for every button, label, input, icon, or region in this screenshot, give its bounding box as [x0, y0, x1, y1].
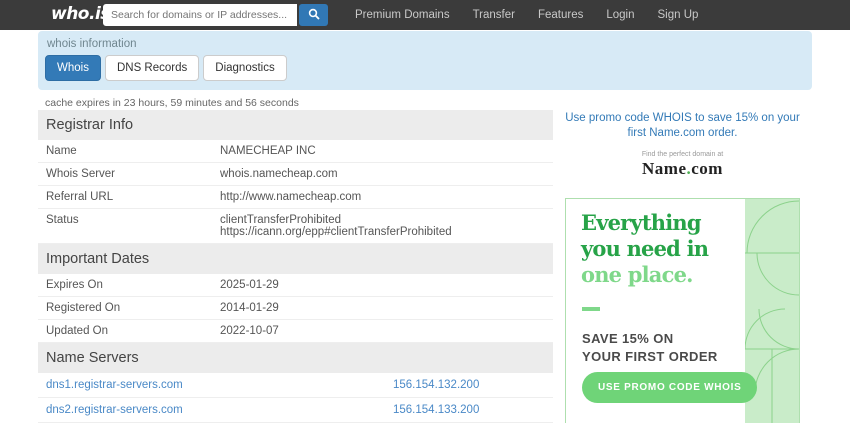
whois-result-table: Registrar Info Name NAMECHEAP INC Whois … [38, 110, 553, 423]
table-row: Updated On 2022-10-07 [38, 320, 553, 343]
table-row: Name NAMECHEAP INC [38, 140, 553, 163]
tab-diagnostics[interactable]: Diagnostics [203, 55, 286, 81]
ad-headline-line2: you need in [581, 236, 708, 262]
row-label: Registered On [46, 302, 220, 314]
row-label: Name [46, 145, 220, 157]
row-label: Expires On [46, 279, 220, 291]
section-header-registrar-info: Registrar Info [38, 110, 553, 140]
nameserver-link[interactable]: dns2.registrar-servers.com [46, 404, 393, 416]
tab-dns-records[interactable]: DNS Records [105, 55, 199, 81]
ad-offer-line2: YOUR FIRST ORDER [582, 348, 718, 366]
navbar-menu: Premium Domains Transfer Features Login … [355, 0, 698, 30]
use-promo-code-button[interactable]: USE PROMO CODE WHOIS [582, 372, 757, 403]
nav-item-features[interactable]: Features [538, 9, 583, 21]
namecom-logo[interactable]: Name.com [565, 159, 800, 179]
section-header-name-servers: Name Servers [38, 343, 553, 373]
tab-whois[interactable]: Whois [45, 55, 101, 81]
search-button[interactable] [299, 4, 328, 26]
table-row: Whois Server whois.namecheap.com [38, 163, 553, 186]
row-value: NAMECHEAP INC [220, 145, 545, 157]
promo-code-link[interactable]: Use promo code WHOIS to save 15% on your… [565, 111, 800, 141]
ad-offer-line1: SAVE 15% ON [582, 330, 718, 348]
row-value: 2025-01-29 [220, 279, 545, 291]
cache-expiry-notice: cache expires in 23 hours, 59 minutes an… [45, 97, 299, 109]
whois-logo[interactable]: who.is [51, 4, 110, 24]
row-value: clientTransferProhibited https://icann.o… [220, 214, 545, 238]
nameserver-ip-link[interactable]: 156.154.133.200 [393, 404, 479, 416]
ad-dash-divider [582, 307, 600, 311]
nameserver-link[interactable]: dns1.registrar-servers.com [46, 379, 393, 391]
ad-tagline: Find the perfect domain at [565, 151, 800, 158]
table-row: Status clientTransferProhibited https://… [38, 209, 553, 244]
nav-item-transfer[interactable]: Transfer [473, 9, 515, 21]
search-input[interactable] [103, 4, 297, 26]
top-navbar: who.is Premium Domains Transfer Features… [0, 0, 850, 30]
table-row: Expires On 2025-01-29 [38, 274, 553, 297]
record-tabs: Whois DNS Records Diagnostics [45, 55, 287, 81]
row-value: http://www.namecheap.com [220, 191, 545, 203]
panel-title: whois information [47, 38, 136, 50]
table-row: Registered On 2014-01-29 [38, 297, 553, 320]
table-row: Referral URL http://www.namecheap.com [38, 186, 553, 209]
row-value: 2014-01-29 [220, 302, 545, 314]
row-label: Status [46, 214, 220, 226]
nav-item-premium-domains[interactable]: Premium Domains [355, 9, 450, 21]
ad-headline-line1: Everything [581, 210, 708, 236]
search-icon [308, 8, 320, 23]
ad-offer-text: SAVE 15% ON YOUR FIRST ORDER [582, 330, 718, 366]
ad-headline: Everything you need in one place. [581, 210, 708, 288]
row-label: Updated On [46, 325, 220, 337]
section-header-important-dates: Important Dates [38, 244, 553, 274]
row-label: Referral URL [46, 191, 220, 203]
table-row: dns2.registrar-servers.com 156.154.133.2… [38, 398, 553, 423]
logo-tld-part: com [691, 159, 723, 178]
domain-search-form [103, 4, 328, 26]
table-row: dns1.registrar-servers.com 156.154.132.2… [38, 373, 553, 398]
logo-name-part: Name [642, 159, 686, 178]
ad-headline-line3: one place. [581, 262, 708, 288]
nav-item-login[interactable]: Login [606, 9, 634, 21]
namecom-ad-banner[interactable]: Everything you need in one place. SAVE 1… [565, 198, 800, 423]
nav-item-signup[interactable]: Sign Up [658, 9, 699, 21]
whois-information-panel: whois information Whois DNS Records Diag… [38, 31, 812, 90]
row-value: whois.namecheap.com [220, 168, 545, 180]
row-label: Whois Server [46, 168, 220, 180]
nameserver-ip-link[interactable]: 156.154.132.200 [393, 379, 479, 391]
row-value: 2022-10-07 [220, 325, 545, 337]
